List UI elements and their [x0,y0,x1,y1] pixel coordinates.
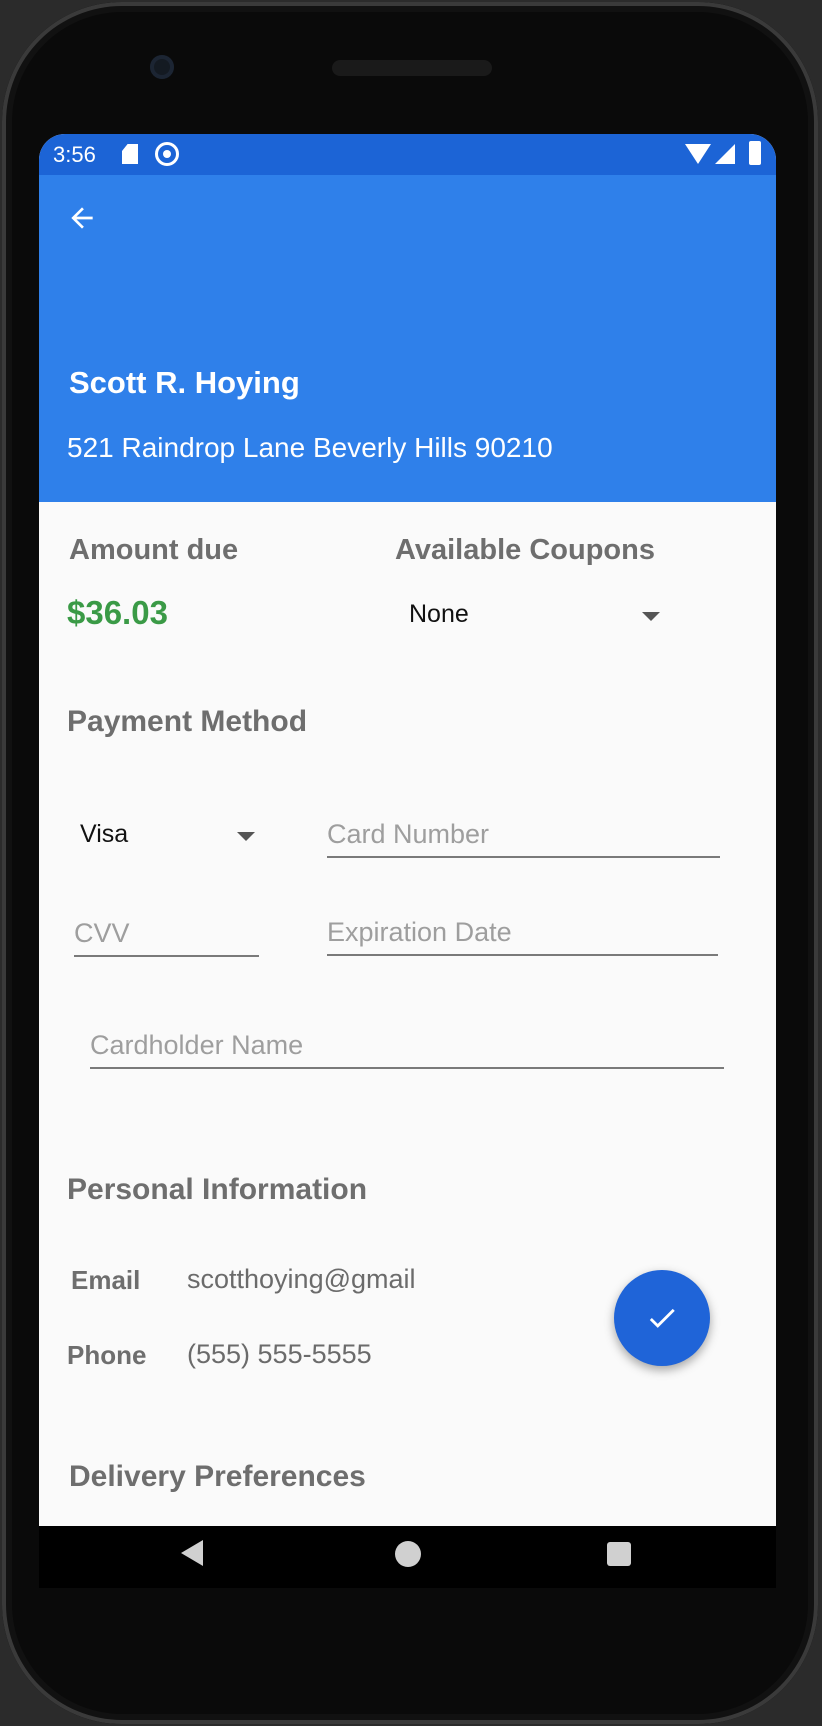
chevron-down-icon [237,832,255,841]
nav-home-icon[interactable] [395,1541,421,1567]
check-icon [649,1308,675,1328]
amount-due-label: Amount due [69,534,239,566]
card-type-dropdown[interactable]: Visa [80,820,260,856]
sd-card-icon [122,144,138,164]
card-number-input[interactable] [327,819,720,850]
cvv-input[interactable] [74,918,259,949]
chevron-down-icon [642,612,660,621]
coupons-selected-value: None [409,600,469,628]
phone-label: Phone [67,1340,147,1370]
cvv-field[interactable] [74,911,259,957]
nav-back-icon[interactable] [181,1540,203,1566]
cell-signal-icon [715,144,735,164]
battery-icon [749,141,761,165]
cardholder-name-field[interactable] [90,1023,724,1069]
status-time: 3:56 [53,142,96,167]
email-value: scotthoying@gmail [187,1264,416,1294]
arrow-left-icon [71,207,93,229]
expiration-date-field[interactable] [327,910,718,956]
card-number-field[interactable] [327,812,720,858]
phone-value: (555) 555-5555 [187,1339,372,1369]
front-camera [150,55,174,79]
app-bar: Scott R. Hoying 521 Raindrop Lane Beverl… [39,175,776,502]
customer-name: Scott R. Hoying [69,365,300,400]
delivery-preferences-title: Delivery Preferences [69,1460,366,1493]
email-label: Email [71,1265,141,1295]
amount-due-value: $36.03 [67,594,168,631]
personal-information-title: Personal Information [67,1173,368,1206]
payment-method-title: Payment Method [67,705,308,738]
submit-fab-button[interactable] [614,1270,710,1366]
coupons-dropdown[interactable]: None [409,600,669,636]
wifi-icon [685,144,711,164]
card-type-selected-value: Visa [80,820,129,848]
expiration-date-input[interactable] [327,917,718,948]
sync-icon [155,142,179,166]
back-button[interactable] [57,193,107,243]
earpiece-speaker [332,60,492,76]
nav-recents-icon[interactable] [607,1542,631,1566]
customer-address: 521 Raindrop Lane Beverly Hills 90210 [67,432,553,463]
system-nav-bar [39,1526,776,1588]
available-coupons-label: Available Coupons [395,534,655,566]
cardholder-name-input[interactable] [90,1030,724,1061]
status-bar: 3:56 [39,134,776,175]
